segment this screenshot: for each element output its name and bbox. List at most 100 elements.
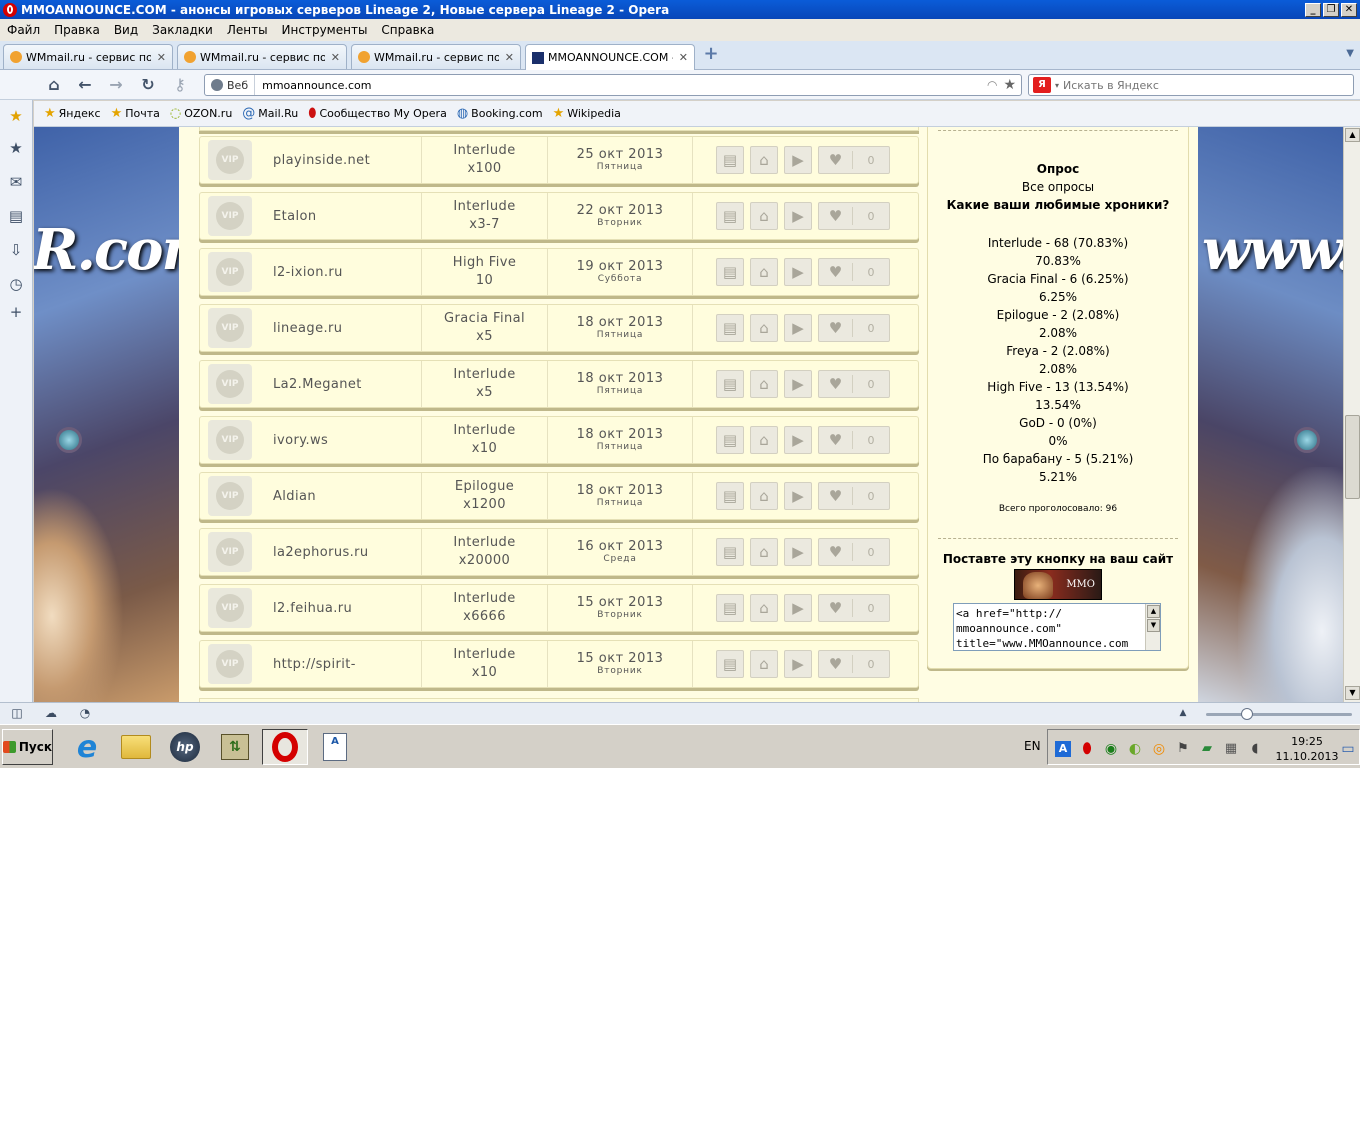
server-description-icon[interactable]: ▤ (716, 650, 744, 678)
bookmark-booking[interactable]: ◍ Booking.com (457, 107, 543, 120)
vip-badge[interactable]: VIP (208, 588, 252, 628)
yandex-logo-icon[interactable]: Я (1033, 77, 1051, 93)
server-like-button[interactable]: ♥ 0 (818, 538, 890, 566)
taskbar-address-book[interactable]: A (312, 729, 358, 765)
web-badge[interactable]: Веб (205, 75, 256, 95)
server-row[interactable]: VIP l2-ixion.ru High Five 10 19 окт 2013 Субб… (199, 248, 919, 296)
tab-menu-chevron-icon[interactable]: ▼ (1346, 48, 1354, 59)
taskbar-sync[interactable]: ⇅ (212, 729, 258, 765)
server-description-icon[interactable]: ▤ (716, 202, 744, 230)
key-icon[interactable]: ⚷ (170, 75, 190, 95)
tray-orange-g-icon[interactable]: ◎ (1151, 741, 1167, 757)
tray-clock[interactable]: 19:25 11.10.2013 (1274, 734, 1340, 764)
server-like-button[interactable]: ♥ 0 (818, 146, 890, 174)
add-panel-plus-icon[interactable]: + (7, 303, 25, 321)
search-input[interactable] (1063, 78, 1324, 92)
bookmark-pochta[interactable]: ★ Почта (111, 107, 160, 120)
server-like-button[interactable]: ♥ 0 (818, 370, 890, 398)
server-play-icon[interactable]: ▶ (784, 426, 812, 454)
taskbar-explorer[interactable] (113, 729, 159, 765)
tray-volume-icon[interactable]: ◖ (1247, 741, 1263, 757)
server-play-icon[interactable]: ▶ (784, 146, 812, 174)
server-row[interactable]: VIP Etalon Interlude x3-7 22 окт 2013 Вторник… (199, 192, 919, 240)
close-tab-icon[interactable]: ✕ (157, 51, 166, 64)
page-scrollbar[interactable]: ▲ ▼ (1343, 127, 1360, 702)
server-play-icon[interactable]: ▶ (784, 650, 812, 678)
url-input[interactable]: mmoannounce.com (255, 79, 987, 92)
server-name-link[interactable]: ivory.ws (252, 417, 422, 463)
server-description-icon[interactable]: ▤ (716, 538, 744, 566)
zoom-up-arrow-icon[interactable]: ▲ (1175, 706, 1191, 720)
server-play-icon[interactable]: ▶ (784, 370, 812, 398)
close-tab-icon[interactable]: ✕ (679, 51, 688, 64)
server-row[interactable]: VIP lineage.ru Gracia Final x5 18 окт 2013 Пя… (199, 304, 919, 352)
vip-badge[interactable]: VIP (208, 140, 252, 180)
menu-view[interactable]: Вид (107, 23, 145, 37)
server-name-link[interactable]: Etalon (252, 193, 422, 239)
server-like-button[interactable]: ♥ 0 (818, 426, 890, 454)
mmo-banner-image[interactable]: MMO (1014, 569, 1102, 600)
vip-badge[interactable]: VIP (208, 252, 252, 292)
tab-wmmail-3[interactable]: WMmail.ru - сервис поч... ✕ (351, 44, 521, 69)
server-home-icon[interactable]: ⌂ (750, 202, 778, 230)
downloads-icon[interactable]: ⇩ (7, 241, 25, 259)
server-description-icon[interactable]: ▤ (716, 482, 744, 510)
server-row[interactable]: VIP playinside.net Interlude x100 25 окт 201… (199, 136, 919, 184)
bookmark-star-icon[interactable]: ★ (1003, 77, 1016, 93)
tab-wmmail-1[interactable]: WMmail.ru - сервис поч... ✕ (3, 44, 173, 69)
server-like-button[interactable]: ♥ 0 (818, 650, 890, 678)
mail-icon[interactable]: ✉ (7, 173, 25, 191)
bookmark-wikipedia[interactable]: ★ Wikipedia (553, 107, 621, 120)
home-icon[interactable]: ⌂ (44, 75, 64, 95)
address-bar[interactable]: Веб mmoannounce.com ◠ ★ (204, 74, 1022, 96)
server-name-link[interactable]: lineage.ru (252, 305, 422, 351)
server-home-icon[interactable]: ⌂ (750, 370, 778, 398)
server-home-icon[interactable]: ⌂ (750, 594, 778, 622)
menu-edit[interactable]: Правка (47, 23, 107, 37)
all-polls-link[interactable]: Все опросы (928, 180, 1188, 194)
scrollbar-thumb[interactable] (1345, 415, 1360, 499)
scroll-up-arrow-icon[interactable]: ▲ (1345, 128, 1360, 142)
server-like-button[interactable]: ♥ 0 (818, 258, 890, 286)
server-like-button[interactable]: ♥ 0 (818, 314, 890, 342)
minimize-button[interactable]: _ (1305, 2, 1321, 17)
tab-mmoannounce[interactable]: MMOANNOUNCE.COM - ... ✕ (525, 44, 695, 70)
server-home-icon[interactable]: ⌂ (750, 314, 778, 342)
tab-wmmail-2[interactable]: WMmail.ru - сервис поч... ✕ (177, 44, 347, 69)
history-clock-icon[interactable]: ◷ (7, 275, 25, 293)
zoom-slider[interactable] (1206, 713, 1352, 716)
server-play-icon[interactable]: ▶ (784, 314, 812, 342)
server-home-icon[interactable]: ⌂ (750, 482, 778, 510)
server-name-link[interactable]: l2.feihua.ru (252, 585, 422, 631)
taskbar-hp[interactable]: hp (162, 729, 208, 765)
server-like-button[interactable]: ♥ 0 (818, 482, 890, 510)
server-row[interactable]: VIP Aldian Epilogue x1200 18 окт 2013 Пятница… (199, 472, 919, 520)
bookmark-mailru[interactable]: @ Mail.Ru (242, 107, 298, 120)
vip-badge[interactable]: VIP (208, 476, 252, 516)
zoom-slider-handle[interactable] (1241, 708, 1253, 720)
server-like-button[interactable]: ♥ 0 (818, 594, 890, 622)
bookmark-ozon[interactable]: ◌ OZON.ru (170, 107, 232, 120)
server-home-icon[interactable]: ⌂ (750, 650, 778, 678)
menu-bookmarks[interactable]: Закладки (145, 23, 220, 37)
tray-network-icon[interactable]: ▰ (1199, 741, 1215, 757)
bookmark-my-opera[interactable]: ⬮ Сообщество My Opera (308, 107, 447, 120)
close-tab-icon[interactable]: ✕ (331, 51, 340, 64)
menu-file[interactable]: Файл (0, 23, 47, 37)
tray-green-spiral-icon[interactable]: ◉ (1103, 741, 1119, 757)
server-name-link[interactable]: http://spirit- (252, 641, 422, 687)
server-row[interactable]: VIP La2.Meganet Interlude x5 18 окт 2013 Пятн… (199, 360, 919, 408)
search-engine-dropdown-icon[interactable]: ▾ (1055, 81, 1059, 90)
start-button[interactable]: Пуск (2, 729, 53, 765)
tray-opera-icon[interactable]: ⬮ (1079, 741, 1095, 757)
opera-unite-cloud-icon[interactable]: ☁ (43, 706, 59, 720)
show-desktop-icon[interactable]: ▭ (1340, 741, 1356, 757)
taskbar-internet-explorer[interactable]: e (64, 729, 110, 765)
server-play-icon[interactable]: ▶ (784, 258, 812, 286)
turbo-gauge-icon[interactable]: ◔ (77, 706, 93, 720)
input-language-indicator[interactable]: EN (1024, 739, 1041, 753)
close-window-button[interactable]: ✕ (1341, 2, 1357, 17)
server-row[interactable]: VIP http://spirit- Interlude x10 15 окт 2013… (199, 640, 919, 688)
server-name-link[interactable]: playinside.net (252, 137, 422, 183)
server-home-icon[interactable]: ⌂ (750, 426, 778, 454)
